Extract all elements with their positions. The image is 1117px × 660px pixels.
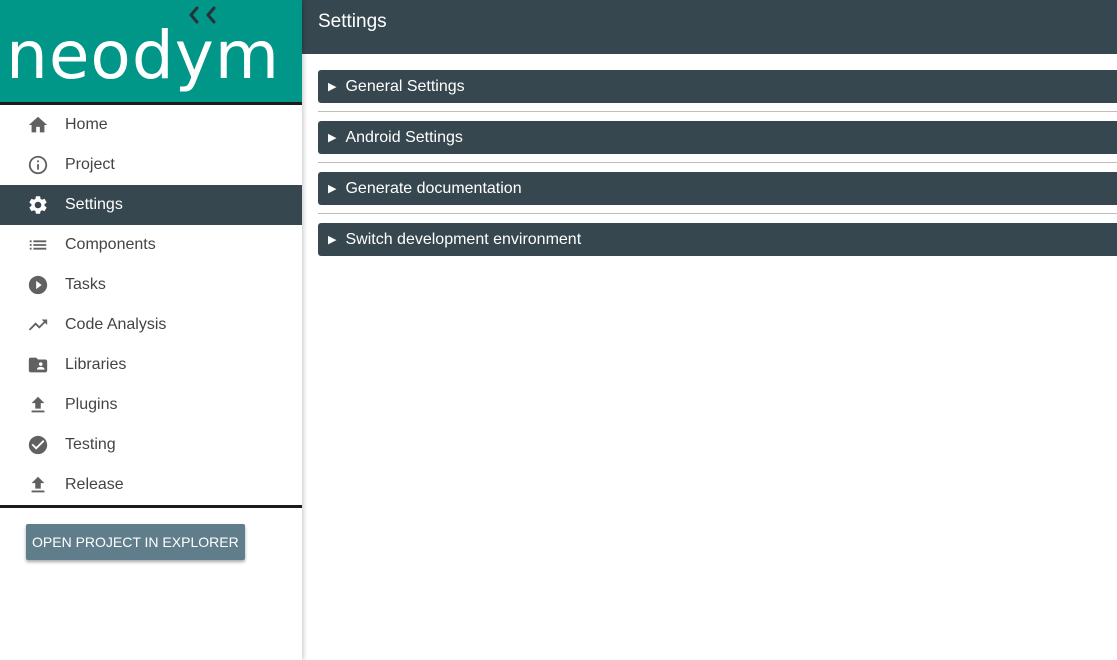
folder-user-icon <box>26 353 50 377</box>
panel-switch-development-environment[interactable]: ▶ Switch development environment <box>318 223 1117 256</box>
panel-android-settings[interactable]: ▶ Android Settings <box>318 121 1117 154</box>
gear-icon <box>26 193 50 217</box>
sidebar-item-label: Components <box>65 236 156 253</box>
play-icon <box>26 273 50 297</box>
sidebar-item-settings[interactable]: Settings <box>0 185 302 225</box>
panel-label: Switch development environment <box>345 230 582 248</box>
sidebar-item-release[interactable]: Release <box>0 465 302 505</box>
sidebar-item-plugins[interactable]: Plugins <box>0 385 302 425</box>
sidebar-item-label: Libraries <box>65 356 127 373</box>
settings-panels: ▶ General Settings ▶ Android Settings ▶ … <box>318 70 1117 256</box>
expand-arrow-icon: ▶ <box>328 183 337 195</box>
list-icon <box>26 233 50 257</box>
expand-arrow-icon: ▶ <box>328 81 337 93</box>
sidebar-item-components[interactable]: Components <box>0 225 302 265</box>
page-title: Settings <box>318 11 387 32</box>
home-icon <box>26 113 50 137</box>
sidebar-item-label: Plugins <box>65 396 118 413</box>
panel-divider <box>318 162 1117 163</box>
sidebar-item-testing[interactable]: Testing <box>0 425 302 465</box>
panel-generate-documentation[interactable]: ▶ Generate documentation <box>318 172 1117 205</box>
expand-arrow-icon: ▶ <box>328 132 337 144</box>
sidebar: neodym Home Project Settings Components … <box>0 0 302 660</box>
check-circle-icon <box>26 433 50 457</box>
panel-label: Android Settings <box>345 128 463 146</box>
sidebar-item-label: Home <box>65 116 108 133</box>
sidebar-item-home[interactable]: Home <box>0 105 302 145</box>
sidebar-item-label: Code Analysis <box>65 316 167 333</box>
sidebar-item-libraries[interactable]: Libraries <box>0 345 302 385</box>
logo-accent-icon <box>189 6 216 24</box>
sidebar-item-code-analysis[interactable]: Code Analysis <box>0 305 302 345</box>
button-area: OPEN PROJECT IN EXPLORER <box>0 508 302 560</box>
sidebar-item-label: Tasks <box>65 276 106 293</box>
expand-arrow-icon: ▶ <box>328 234 337 246</box>
app-logo: neodym <box>0 0 302 102</box>
panel-label: General Settings <box>345 77 465 95</box>
sidebar-item-label: Settings <box>65 196 123 213</box>
panel-divider <box>318 111 1117 112</box>
header-bar: Settings <box>302 0 1117 54</box>
sidebar-nav: Home Project Settings Components Tasks C… <box>0 105 302 505</box>
panel-label: Generate documentation <box>345 179 522 197</box>
sidebar-item-label: Release <box>65 476 124 493</box>
panel-divider <box>318 213 1117 214</box>
sidebar-item-label: Project <box>65 156 115 173</box>
sidebar-item-project[interactable]: Project <box>0 145 302 185</box>
panel-general-settings[interactable]: ▶ General Settings <box>318 70 1117 103</box>
upload-icon <box>26 393 50 417</box>
upload-icon <box>26 473 50 497</box>
sidebar-item-label: Testing <box>65 436 116 453</box>
trending-up-icon <box>26 313 50 337</box>
logo-text: neodym <box>6 17 281 94</box>
info-icon <box>26 153 50 177</box>
open-project-in-explorer-button[interactable]: OPEN PROJECT IN EXPLORER <box>26 524 245 560</box>
sidebar-item-tasks[interactable]: Tasks <box>0 265 302 305</box>
